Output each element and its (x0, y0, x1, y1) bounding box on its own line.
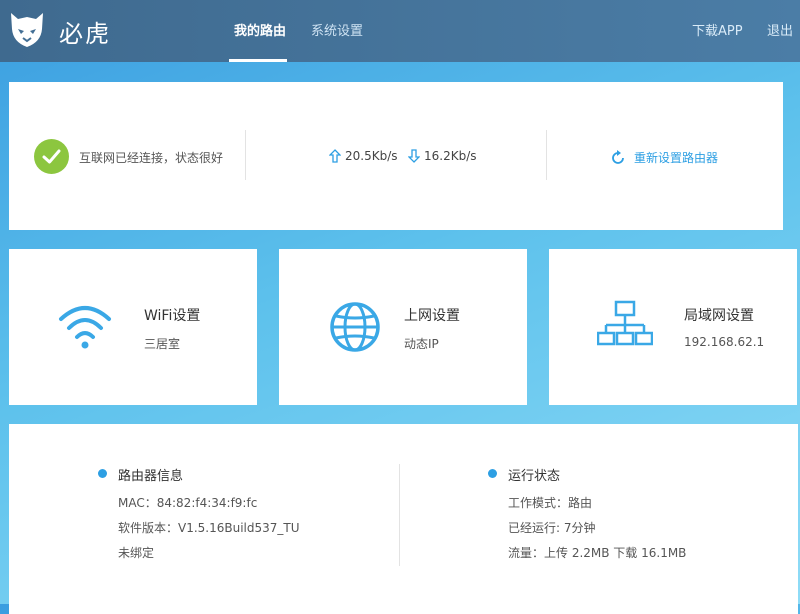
connection-status-card: 互联网已经连接，状态很好 20.5Kb/s 16.2Kb/s 重新设置路由器 (9, 82, 783, 230)
tiger-logo-icon (11, 13, 43, 47)
mac-address: MAC：84:82:f4:34:f9:fc (118, 496, 258, 510)
lan-settings-value: 192.168.62.1 (684, 335, 765, 349)
arrow-up-icon (329, 149, 341, 163)
wifi-settings-value: 三居室 (144, 337, 181, 351)
refresh-icon (612, 149, 624, 164)
firmware-version: 软件版本：V1.5.16Build537_TU (118, 521, 300, 535)
check-icon (34, 139, 69, 174)
divider (245, 130, 246, 180)
wifi-icon (59, 306, 111, 349)
router-info-card: 路由器信息 MAC：84:82:f4:34:f9:fc 软件版本：V1.5.16… (9, 424, 798, 614)
divider (546, 130, 547, 180)
reset-router-label: 重新设置路由器 (634, 151, 719, 165)
run-status-title: 运行状态 (508, 469, 561, 484)
wifi-settings-tile[interactable]: WiFi设置 三居室 (9, 249, 257, 405)
lan-settings-title: 局域网设置 (684, 308, 754, 324)
upload-speed-value: 20.5Kb/s (345, 149, 398, 163)
lan-settings-tile[interactable]: 局域网设置 192.168.62.1 (549, 249, 797, 405)
download-speed-value: 16.2Kb/s (424, 149, 477, 163)
globe-icon (330, 302, 380, 352)
internet-settings-title: 上网设置 (404, 308, 460, 324)
traffic-usage: 流量：上传 2.2MB 下载 16.1MB (508, 546, 687, 560)
tab-my-router[interactable]: 我的路由 (234, 20, 286, 39)
download-app-link[interactable]: 下载APP (692, 20, 743, 39)
wifi-settings-title: WiFi设置 (144, 308, 201, 324)
reset-router-button[interactable]: 重新设置路由器 (610, 149, 718, 166)
connection-status-text: 互联网已经连接，状态很好 (79, 151, 224, 165)
router-info-title: 路由器信息 (118, 469, 184, 484)
tab-system-settings[interactable]: 系统设置 (311, 20, 363, 39)
top-bar: 必虎 我的路由 系统设置 下载APP 退出 (0, 0, 800, 62)
active-tab-indicator (229, 59, 287, 62)
upload-speed: 20.5Kb/s (329, 149, 398, 163)
internet-settings-value: 动态IP (404, 337, 439, 351)
download-speed: 16.2Kb/s (408, 149, 477, 163)
internet-settings-tile[interactable]: 上网设置 动态IP (279, 249, 527, 405)
network-icon (597, 300, 653, 346)
brand-name: 必虎 (59, 20, 111, 48)
arrow-down-icon (408, 149, 420, 163)
binding-status: 未绑定 (118, 546, 155, 560)
work-mode: 工作模式：路由 (508, 496, 593, 510)
bullet-dot (98, 469, 107, 478)
bullet-dot (488, 469, 497, 478)
logout-link[interactable]: 退出 (767, 20, 793, 39)
uptime: 已经运行: 7分钟 (508, 521, 596, 535)
divider (399, 464, 400, 566)
